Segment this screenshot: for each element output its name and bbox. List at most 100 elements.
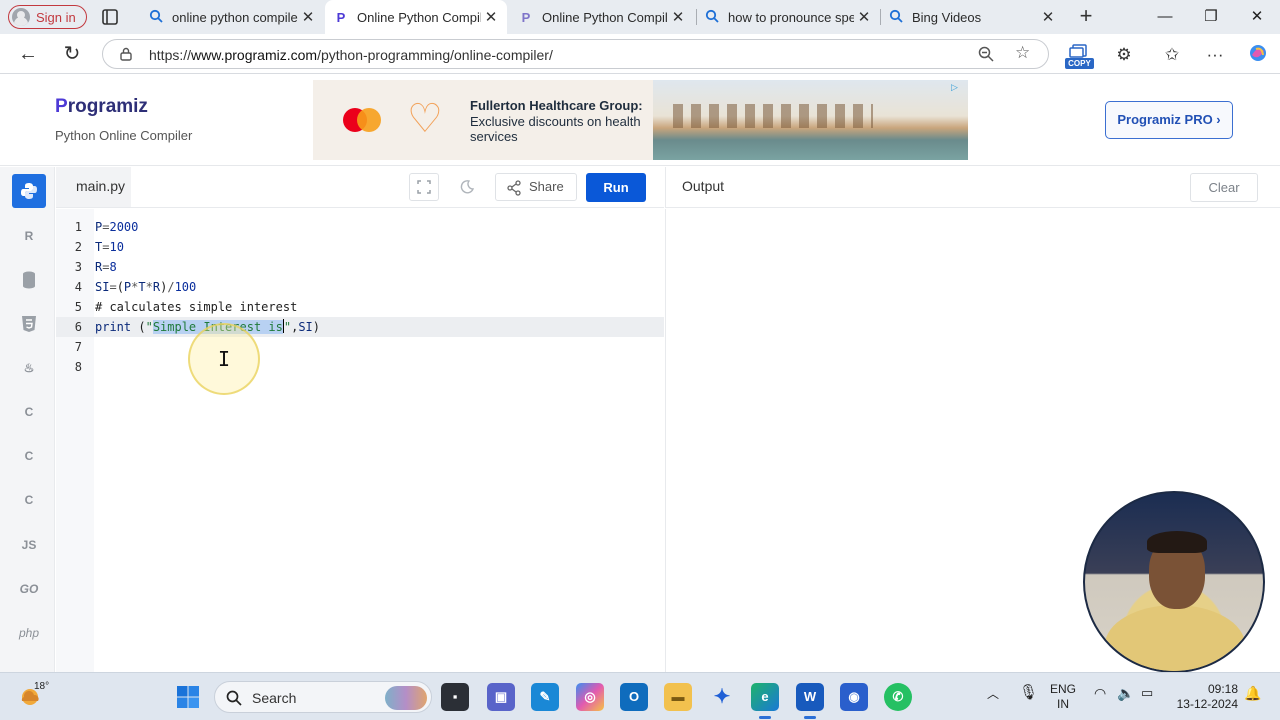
refresh-icon[interactable]: ↻ bbox=[59, 42, 85, 66]
new-tab-icon[interactable]: + bbox=[1075, 5, 1097, 29]
php-language-icon[interactable]: php bbox=[12, 616, 46, 650]
weather-widget[interactable]: 18° bbox=[18, 681, 49, 711]
tab-actions-icon[interactable] bbox=[100, 7, 120, 27]
code-text: R=8 bbox=[95, 260, 117, 274]
outlook-app-icon[interactable]: O bbox=[620, 683, 648, 711]
presenter-hair bbox=[1147, 531, 1207, 553]
code-line[interactable]: 4 SI=(P*T*R)/100 bbox=[56, 277, 664, 297]
wifi-icon[interactable]: ◠ bbox=[1094, 685, 1106, 702]
edge-browser-app-icon[interactable]: e bbox=[751, 683, 779, 719]
copilot-app-icon[interactable]: ◎ bbox=[576, 683, 604, 711]
tab-programiz-active[interactable]: P Online Python Compile ✕ bbox=[325, 0, 507, 34]
windows-taskbar: 18° Search ▪ ▣ ✎ ◎ O ▬ ✦ e W ◉ ✆ ︿ 🎙 ENG… bbox=[0, 672, 1280, 720]
minimize-icon[interactable]: — bbox=[1142, 4, 1188, 30]
file-explorer-app-icon[interactable]: ▬ bbox=[664, 683, 692, 711]
html-language-icon[interactable] bbox=[12, 307, 46, 341]
run-button[interactable]: Run bbox=[586, 173, 646, 202]
language-indicator[interactable]: ENG IN bbox=[1046, 682, 1080, 712]
system-clock[interactable]: 09:18 13-12-2024 bbox=[1172, 682, 1238, 712]
tab-online-python-compiler-search[interactable]: online python compiler ✕ bbox=[140, 0, 324, 34]
lock-icon[interactable] bbox=[119, 47, 133, 61]
tab-pronounce-search[interactable]: how to pronounce spe ✕ bbox=[696, 0, 880, 34]
extensions-puzzle-icon[interactable]: ⚙ bbox=[1112, 43, 1136, 67]
notification-bell-icon[interactable]: 🔔 bbox=[1244, 685, 1261, 702]
go-language-icon[interactable]: GO bbox=[12, 572, 46, 606]
page-subtitle: Python Online Compiler bbox=[55, 128, 193, 143]
url-text[interactable]: https://www.programiz.com/python-program… bbox=[149, 47, 553, 63]
fullscreen-button[interactable] bbox=[409, 173, 439, 201]
sign-in-button[interactable]: Sign in bbox=[8, 5, 87, 29]
code-line[interactable]: 5 # calculates simple interest bbox=[56, 297, 664, 317]
share-button[interactable]: Share bbox=[495, 173, 577, 201]
battery-icon[interactable]: ▭ bbox=[1141, 685, 1153, 701]
show-hidden-icons-chevron-icon[interactable]: ︿ bbox=[987, 685, 999, 702]
taskbar-search[interactable]: Search bbox=[214, 681, 432, 713]
whatsapp-app-icon[interactable]: ✆ bbox=[884, 683, 912, 711]
close-tab-icon[interactable]: ✕ bbox=[1038, 8, 1058, 26]
tab-programiz[interactable]: P Online Python Compile ✕ bbox=[510, 0, 694, 34]
tab-bing-videos[interactable]: Bing Videos ✕ bbox=[880, 0, 1064, 34]
code-editor[interactable]: 1 P=2000 2 T=10 3 R=8 4 SI=(P*T*R)/100 5… bbox=[56, 209, 664, 672]
advertisement-banner[interactable]: ♡ Fullerton Healthcare Group: Exclusive … bbox=[313, 80, 968, 160]
java-language-icon[interactable]: ♨ bbox=[12, 351, 46, 385]
code-line[interactable]: 1 P=2000 bbox=[56, 217, 664, 237]
share-label: Share bbox=[529, 179, 564, 194]
tab-title: Online Python Compile bbox=[542, 9, 668, 25]
power-automate-app-icon[interactable]: ✎ bbox=[531, 683, 559, 711]
code-text: P=2000 bbox=[95, 220, 139, 234]
teams-chat-app-icon[interactable]: ▣ bbox=[487, 683, 515, 711]
close-window-icon[interactable]: ✕ bbox=[1234, 4, 1280, 30]
programiz-logo[interactable]: Programiz bbox=[55, 96, 148, 118]
task-view-app-icon[interactable]: ▪ bbox=[441, 683, 469, 711]
copy-extension-icon[interactable]: COPY bbox=[1065, 44, 1094, 70]
line-number: 3 bbox=[74, 260, 82, 274]
code-line[interactable]: 3 R=8 bbox=[56, 257, 664, 277]
csharp-language-icon[interactable]: C bbox=[12, 483, 46, 517]
search-highlight-image bbox=[385, 686, 427, 710]
tab-title: Online Python Compile bbox=[357, 9, 481, 25]
copilot-icon[interactable] bbox=[1246, 43, 1270, 67]
profile-avatar-icon bbox=[12, 8, 30, 26]
microphone-icon[interactable]: 🎙 bbox=[1019, 683, 1038, 701]
javascript-language-icon[interactable]: JS bbox=[12, 528, 46, 562]
volume-icon[interactable]: 🔈 bbox=[1117, 685, 1134, 702]
more-menu-icon[interactable]: ··· bbox=[1203, 43, 1227, 67]
moon-icon bbox=[460, 180, 475, 194]
restore-icon[interactable]: ❐ bbox=[1188, 4, 1234, 30]
code-line[interactable]: 7 bbox=[56, 337, 664, 357]
webcam-overlay bbox=[1083, 491, 1265, 673]
close-tab-icon[interactable]: ✕ bbox=[298, 8, 318, 26]
c-language-icon[interactable]: C bbox=[12, 395, 46, 429]
code-line-current[interactable]: 6 print ("Simple Interest is",SI) bbox=[56, 317, 664, 337]
ad-choices-icon[interactable]: ▷ bbox=[951, 82, 965, 94]
close-tab-icon[interactable]: ✕ bbox=[481, 8, 501, 26]
line-number: 7 bbox=[74, 340, 82, 354]
url-bar[interactable]: https://www.programiz.com/python-program… bbox=[102, 39, 1049, 69]
programiz-pro-button[interactable]: Programiz PRO › bbox=[1105, 101, 1233, 139]
favorites-icon[interactable]: ✩ bbox=[1160, 43, 1184, 67]
output-title: Output bbox=[682, 178, 725, 194]
back-arrow-icon[interactable]: ← bbox=[15, 42, 41, 66]
r-language-icon[interactable]: R bbox=[12, 219, 46, 253]
presenter-shirt bbox=[1105, 605, 1245, 671]
windows-start-icon[interactable] bbox=[176, 685, 200, 709]
file-tab-main-py[interactable]: main.py bbox=[56, 167, 131, 207]
screen-recorder-app-icon[interactable]: ◉ bbox=[840, 683, 868, 711]
clear-button[interactable]: Clear bbox=[1190, 173, 1258, 202]
dropbox-app-icon[interactable]: ✦ bbox=[708, 683, 736, 711]
code-line[interactable]: 8 bbox=[56, 357, 664, 377]
line-number: 4 bbox=[74, 280, 82, 294]
code-line[interactable]: 2 T=10 bbox=[56, 237, 664, 257]
zoom-icon[interactable] bbox=[977, 45, 995, 63]
cpp-language-icon[interactable]: C bbox=[12, 439, 46, 473]
sql-database-icon[interactable] bbox=[12, 263, 46, 297]
dark-mode-button[interactable] bbox=[452, 173, 482, 201]
line-number: 8 bbox=[74, 360, 82, 374]
close-tab-icon[interactable]: ✕ bbox=[668, 8, 688, 26]
favorite-star-icon[interactable]: ☆ bbox=[1015, 43, 1030, 63]
code-text: SI=(P*T*R)/100 bbox=[95, 280, 197, 294]
word-app-icon[interactable]: W bbox=[796, 683, 824, 719]
sign-in-label: Sign in bbox=[36, 9, 76, 25]
python-language-icon[interactable] bbox=[12, 174, 46, 208]
close-tab-icon[interactable]: ✕ bbox=[854, 8, 874, 26]
